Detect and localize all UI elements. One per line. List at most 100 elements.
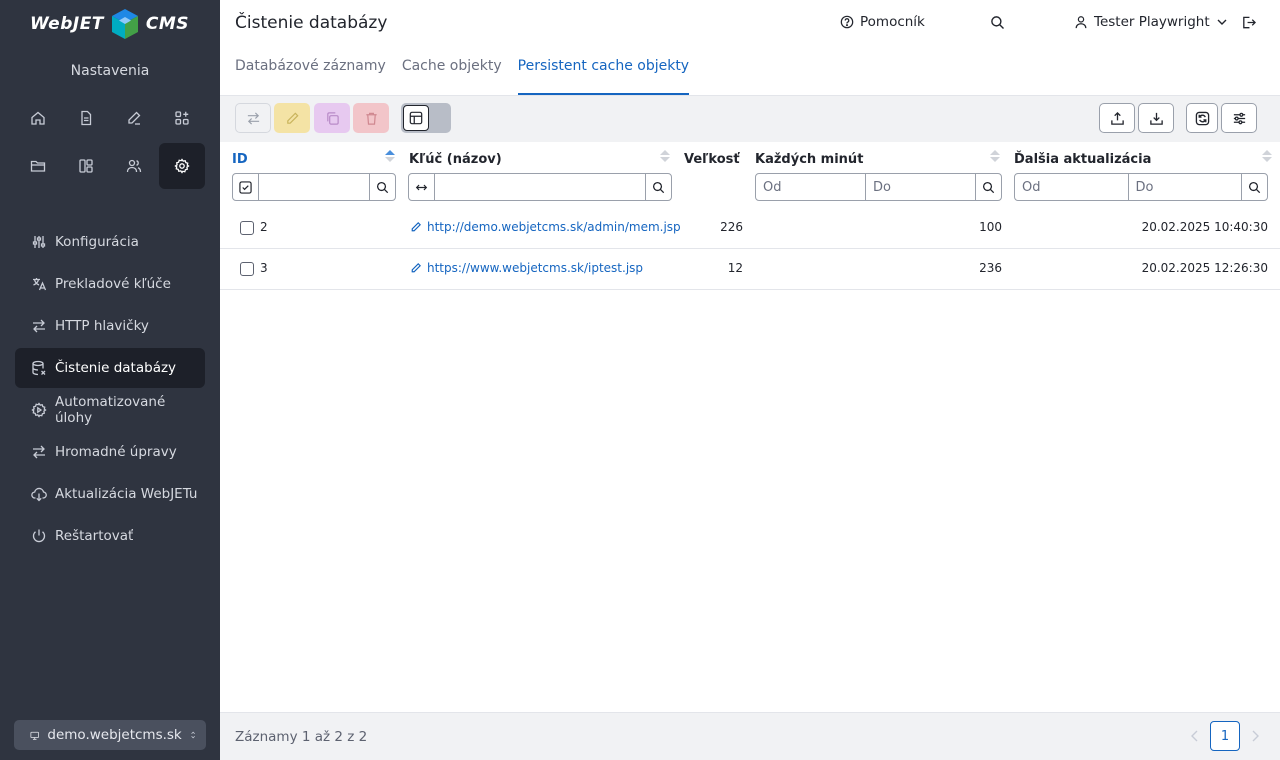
sidebar-item-konfiguracia[interactable]: Konfigurácia [15, 222, 205, 262]
sidebar-item-label: Hromadné úpravy [55, 444, 177, 460]
updown-chevron-icon [191, 731, 195, 739]
next-update-to-input[interactable] [1127, 174, 1241, 200]
row-size: 226 [720, 220, 743, 234]
column-header-id[interactable]: ID [232, 152, 248, 167]
users-icon[interactable] [111, 143, 157, 189]
table-view-toggle[interactable] [401, 103, 451, 133]
logo-text-webjet: WebJET [30, 14, 104, 34]
column-header-next-update[interactable]: Ďalšia aktualizácia [1014, 152, 1151, 167]
sort-icon[interactable] [660, 150, 670, 166]
gear-icon[interactable] [159, 143, 205, 189]
chevron-down-icon [1217, 19, 1227, 25]
database-clean-icon [32, 360, 46, 376]
sidebar-item-label: Aktualizácia WebJETu [55, 486, 198, 502]
bulk-edit-icon [33, 445, 45, 459]
sidebar-item-cistenie-databazy[interactable]: Čistenie databázy [15, 348, 205, 388]
settings-button[interactable] [1221, 103, 1257, 133]
sidebar-item-hromadne-upravy[interactable]: Hromadné úpravy [15, 432, 205, 472]
sidebar-item-restartovat[interactable]: Reštartovať [15, 516, 205, 556]
tab-cache-objekty[interactable]: Cache objekty [402, 58, 502, 95]
sliders-icon [1233, 112, 1245, 124]
swap-icon [247, 111, 259, 125]
domain-label: demo.webjetcms.sk [47, 727, 182, 743]
delete-button[interactable] [353, 103, 389, 133]
chevron-left-icon[interactable] [1190, 730, 1200, 742]
sort-icon[interactable] [385, 150, 395, 166]
row-checkbox[interactable] [240, 262, 254, 276]
translate-icon [33, 278, 47, 291]
id-filter [232, 173, 396, 201]
sidebar-item-label: Konfigurácia [55, 234, 139, 250]
key-filter-search-button[interactable] [645, 174, 671, 200]
arrows-horizontal-icon [415, 184, 428, 190]
sidebar-item-label: Čistenie databázy [55, 360, 177, 376]
reload-button[interactable] [1186, 103, 1218, 133]
search-icon [982, 181, 995, 193]
next-update-from-input[interactable] [1015, 174, 1128, 200]
row-key-link[interactable]: http://demo.webjetcms.sk/admin/mem.jsp [410, 220, 681, 234]
export-button[interactable] [1138, 103, 1174, 133]
edit-icon[interactable] [111, 95, 157, 141]
column-header-every-minutes[interactable]: Každých minút [755, 152, 863, 167]
page-button[interactable]: 1 [1210, 721, 1240, 751]
upload-icon [1110, 111, 1124, 125]
id-filter-input[interactable] [259, 174, 369, 200]
table-icon [409, 111, 423, 125]
row-key-link[interactable]: https://www.webjetcms.sk/iptest.jsp [410, 261, 643, 275]
every-minutes-from-input[interactable] [756, 174, 865, 200]
column-header-size[interactable]: Veľkosť [684, 152, 740, 167]
pencil-icon [286, 111, 299, 124]
edit-button[interactable] [274, 103, 310, 133]
help-button[interactable]: Pomocník [840, 14, 925, 30]
key-filter [408, 173, 672, 201]
match-mode-button[interactable] [409, 174, 435, 200]
sidebar-item-prekladove-kluce[interactable]: Prekladové kľúče [15, 264, 205, 304]
trash-icon [365, 112, 377, 125]
every-minutes-filter [755, 173, 1002, 201]
id-filter-search-button[interactable] [369, 174, 395, 200]
sidebar-item-aktualizacia-webjetu[interactable]: Aktualizácia WebJETu [15, 474, 205, 514]
apps-icon[interactable] [159, 95, 205, 141]
settings-menu: Konfigurácia Prekladové kľúče HTTP hlavi… [15, 222, 205, 558]
sort-icon[interactable] [990, 150, 1000, 166]
table-row[interactable]: 2 http://demo.webjetcms.sk/admin/mem.jsp… [220, 208, 1280, 249]
layout-icon[interactable] [63, 143, 109, 189]
next-update-search-button[interactable] [1241, 174, 1267, 200]
pencil-icon [411, 263, 421, 273]
row-checkbox[interactable] [240, 221, 254, 235]
row-id: 3 [260, 261, 268, 275]
table-footer: Záznamy 1 až 2 z 2 1 [220, 712, 1280, 760]
page-title: Čistenie databázy [235, 13, 388, 33]
logout-button[interactable] [1241, 15, 1256, 30]
every-minutes-to-input[interactable] [865, 174, 975, 200]
copy-icon [326, 111, 339, 125]
import-button[interactable] [1099, 103, 1135, 133]
webjet-logo[interactable]: WebJET CMS [30, 8, 189, 40]
tabs: Databázové záznamy Cache objekty Persist… [235, 58, 690, 95]
column-header-key[interactable]: Kľúč (názov) [409, 152, 502, 167]
document-icon[interactable] [63, 95, 109, 141]
home-icon[interactable] [15, 95, 61, 141]
sort-icon[interactable] [1262, 150, 1272, 166]
every-minutes-search-button[interactable] [975, 174, 1001, 200]
duplicate-button[interactable] [314, 103, 350, 133]
user-menu[interactable]: Tester Playwright [1074, 14, 1228, 30]
search-button[interactable] [990, 15, 1005, 30]
select-all-checkbox[interactable] [233, 174, 259, 200]
folder-icon[interactable] [15, 143, 61, 189]
swap-button[interactable] [235, 103, 271, 133]
sidebar-item-automatizovane-ulohy[interactable]: Automatizované úlohy [15, 390, 205, 430]
domain-select[interactable]: demo.webjetcms.sk [14, 720, 206, 750]
chevron-right-icon[interactable] [1250, 730, 1260, 742]
logout-icon [1243, 16, 1256, 29]
tab-persistent-cache-objekty[interactable]: Persistent cache objekty [517, 58, 690, 95]
table-row[interactable]: 3 https://www.webjetcms.sk/iptest.jsp 12… [220, 249, 1280, 290]
pagination: 1 [1190, 721, 1260, 751]
module-icon-grid [15, 95, 207, 189]
tab-databazove-zaznamy[interactable]: Databázové záznamy [235, 58, 386, 95]
row-key-text: https://www.webjetcms.sk/iptest.jsp [427, 261, 644, 275]
row-next-update: 20.02.2025 12:26:30 [1141, 261, 1268, 275]
search-icon [1248, 181, 1261, 193]
sidebar-item-http-hlavicky[interactable]: HTTP hlavičky [15, 306, 205, 346]
key-filter-input[interactable] [435, 174, 645, 200]
